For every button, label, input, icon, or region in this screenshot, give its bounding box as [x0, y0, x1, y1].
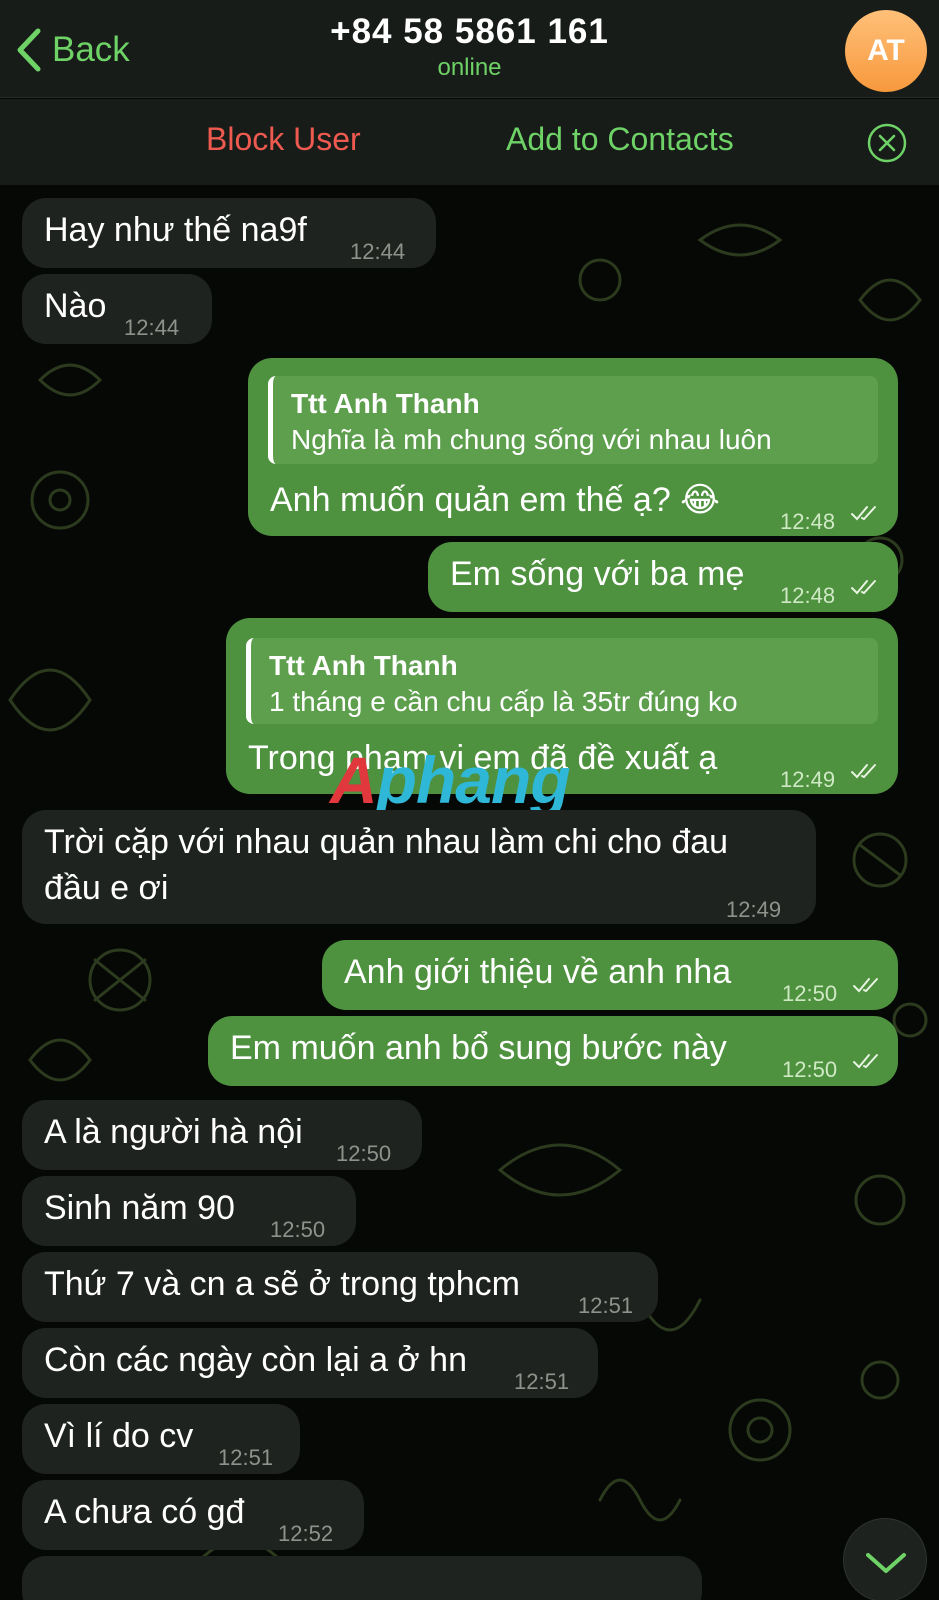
online-status: online: [437, 54, 502, 81]
chat-title-area[interactable]: +84 58 5861 161 online: [0, 12, 939, 82]
message-time: 12:51: [514, 1369, 570, 1394]
contact-action-bar: Block User Add to Contacts: [0, 99, 939, 185]
avatar[interactable]: AT: [845, 10, 927, 92]
message-time: 12:49: [780, 767, 836, 792]
message-text: Hay như thế na9f: [44, 211, 307, 249]
incoming-message[interactable]: Hay như thế na9f 12:44: [22, 198, 436, 268]
message-text: A là người hà nội: [44, 1113, 303, 1151]
incoming-message[interactable]: Vì lí do cv 12:51: [22, 1404, 300, 1474]
reply-text: 1 tháng e cần chu cấp là 35tr đúng ko: [269, 686, 738, 717]
outgoing-message[interactable]: Ttt Anh Thanh Nghĩa là mh chung sống với…: [248, 358, 898, 536]
message-text: Anh muốn quản em thế ạ? 😂: [270, 481, 720, 519]
double-check-icon: [853, 978, 878, 993]
message-time: 12:44: [350, 239, 406, 264]
outgoing-message[interactable]: Anh giới thiệu về anh nha 12:50: [322, 940, 898, 1010]
message-time: 12:50: [782, 1057, 838, 1082]
message-time: 12:48: [780, 583, 836, 608]
message-time: 12:52: [278, 1521, 334, 1546]
message-time: 12:51: [218, 1445, 274, 1470]
message-text-line-1: Trời cặp với nhau quản nhau làm chi cho …: [44, 823, 729, 861]
incoming-message[interactable]: A là người hà nội 12:50: [22, 1100, 422, 1170]
close-icon[interactable]: [866, 122, 908, 164]
message-time: 12:51: [578, 1293, 634, 1318]
message-text: Em sống với ba mẹ: [450, 555, 745, 593]
message-text: Em muốn anh bổ sung bước này: [230, 1029, 727, 1067]
incoming-message[interactable]: Trời cặp với nhau quản nhau làm chi cho …: [22, 810, 816, 924]
chat-title: +84 58 5861 161: [330, 12, 609, 51]
message-text: Sinh năm 90: [44, 1189, 235, 1227]
chevron-down-icon: [866, 1553, 906, 1573]
incoming-message-partial[interactable]: [22, 1556, 702, 1600]
message-time: 12:44: [124, 315, 180, 340]
block-user-button[interactable]: Block User: [206, 121, 361, 158]
message-time: 12:50: [336, 1141, 392, 1166]
message-text: A chưa có gđ: [44, 1493, 245, 1531]
incoming-message[interactable]: Thứ 7 và cn a sẽ ở trong tphcm 12:51: [22, 1252, 658, 1322]
message-text: Thứ 7 và cn a sẽ ở trong tphcm: [44, 1265, 520, 1303]
watermark-logo: Aphang: [330, 743, 571, 817]
message-text-line-2: đầu e ơi: [44, 869, 169, 907]
double-check-icon: [851, 506, 876, 521]
avatar-initials: AT: [867, 34, 905, 67]
scroll-to-bottom-button[interactable]: [843, 1518, 927, 1600]
incoming-message[interactable]: Nào 12:44: [22, 274, 212, 344]
message-time: 12:49: [726, 897, 782, 922]
message-time: 12:48: [780, 509, 836, 534]
double-check-icon: [853, 1054, 878, 1069]
double-check-icon: [851, 764, 876, 779]
incoming-message[interactable]: Còn các ngày còn lại a ở hn 12:51: [22, 1328, 598, 1398]
add-to-contacts-button[interactable]: Add to Contacts: [506, 121, 734, 158]
message-text: Vì lí do cv: [44, 1417, 194, 1455]
double-check-icon: [851, 580, 876, 595]
chat-header: Back +84 58 5861 161 online AT: [0, 0, 939, 98]
message-time: 12:50: [270, 1217, 326, 1242]
incoming-message[interactable]: A chưa có gđ 12:52: [22, 1480, 364, 1550]
outgoing-message[interactable]: Em muốn anh bổ sung bước này 12:50: [208, 1016, 898, 1086]
message-text: Nào: [44, 287, 107, 325]
outgoing-message[interactable]: Em sống với ba mẹ 12:48: [428, 542, 898, 612]
incoming-message[interactable]: Sinh năm 90 12:50: [22, 1176, 356, 1246]
reply-quote[interactable]: Ttt Anh Thanh 1 tháng e cần chu cấp là 3…: [246, 638, 878, 724]
message-text: Còn các ngày còn lại a ở hn: [44, 1341, 467, 1379]
reply-quote[interactable]: Ttt Anh Thanh Nghĩa là mh chung sống với…: [268, 376, 878, 464]
message-text: Anh giới thiệu về anh nha: [344, 953, 732, 991]
reply-text: Nghĩa là mh chung sống với nhau luôn: [291, 424, 772, 455]
message-time: 12:50: [782, 981, 838, 1006]
